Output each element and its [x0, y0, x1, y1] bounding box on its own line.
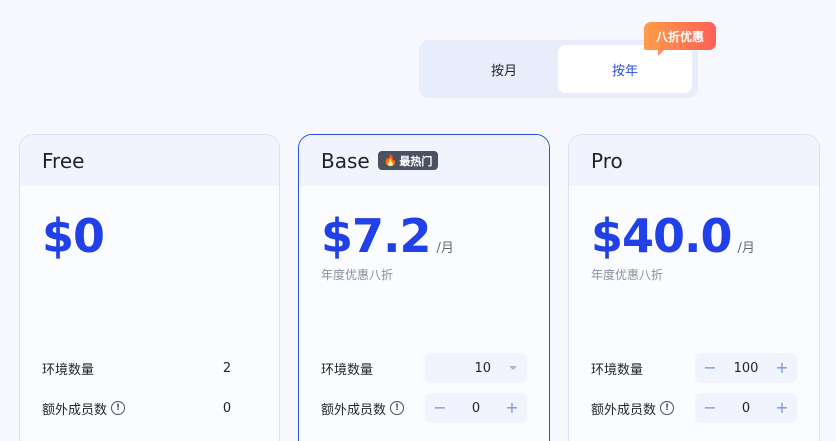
feature-extra-members: 额外成员数 ! − 0 + [321, 393, 527, 423]
plan-name: Free [42, 148, 85, 173]
toggle-yearly[interactable]: 按年 [558, 45, 692, 93]
extra-members-stepper[interactable]: − 0 + [695, 393, 797, 423]
feature-label-with-info: 额外成员数 ! [591, 399, 675, 418]
plus-icon[interactable]: + [775, 360, 789, 376]
chevron-down-icon [509, 366, 517, 370]
plus-icon[interactable]: + [505, 400, 519, 416]
feature-env-count: 环境数量 − 100 + [591, 353, 797, 383]
info-circle-icon[interactable]: ! [390, 401, 405, 415]
minus-icon[interactable]: − [433, 400, 447, 416]
price-row: $7.2 /月 [321, 209, 454, 263]
plan-card-free: Free $0 环境数量 2 额外成员数 ! 0 [19, 134, 280, 441]
feature-extra-members: 额外成员数 ! − 0 + [591, 393, 797, 423]
popular-badge-label: 最热门 [399, 154, 433, 168]
stepper-value: 0 [471, 400, 481, 416]
plan-price: $40.0 [591, 209, 733, 263]
stepper-value: 100 [733, 360, 759, 376]
price-period: /月 [737, 241, 755, 256]
feature-label: 额外成员数 [591, 402, 657, 418]
toggle-monthly[interactable]: 按月 [437, 45, 571, 93]
feature-extra-members: 额外成员数 ! 0 [42, 393, 257, 423]
stepper-value: 0 [741, 400, 751, 416]
info-circle-icon[interactable]: ! [111, 401, 126, 415]
plan-price: $0 [42, 209, 105, 263]
plan-card-pro[interactable]: Pro $40.0 /月 年度优惠八折 环境数量 − 100 + 额外成员数 !… [568, 134, 820, 441]
feature-label: 额外成员数 [321, 402, 387, 418]
feature-label: 环境数量 [42, 362, 95, 378]
popular-badge: 🔥 最热门 [377, 151, 439, 170]
plan-header: Base 🔥 最热门 [299, 135, 549, 186]
plan-header: Pro [569, 135, 819, 186]
plus-icon[interactable]: + [775, 400, 789, 416]
minus-icon[interactable]: − [703, 360, 717, 376]
price-note: 年度优惠八折 [591, 268, 664, 282]
feature-label-with-info: 额外成员数 ! [42, 399, 126, 418]
plan-price: $7.2 [321, 209, 431, 263]
flame-icon: 🔥 [383, 154, 398, 167]
feature-label: 额外成员数 [42, 402, 108, 418]
env-count-stepper[interactable]: − 100 + [695, 353, 797, 383]
feature-env-count: 环境数量 2 [42, 353, 257, 383]
extra-members-stepper[interactable]: − 0 + [425, 393, 527, 423]
info-circle-icon[interactable]: ! [660, 401, 675, 415]
feature-env-count: 环境数量 10 [321, 353, 527, 383]
plan-card-base[interactable]: Base 🔥 最热门 $7.2 /月 年度优惠八折 环境数量 10 额外成员数 … [298, 134, 550, 441]
feature-label: 环境数量 [321, 362, 374, 378]
price-note: 年度优惠八折 [321, 268, 394, 282]
env-count-select[interactable]: 10 [425, 353, 527, 383]
price-row: $40.0 /月 [591, 209, 755, 263]
feature-value: 0 [222, 400, 232, 416]
price-period: /月 [436, 241, 454, 256]
plan-header: Free [20, 135, 279, 186]
feature-label: 环境数量 [591, 362, 644, 378]
discount-badge: 八折优惠 [644, 22, 716, 56]
feature-label-with-info: 额外成员数 ! [321, 399, 405, 418]
select-value: 10 [474, 360, 491, 376]
plan-name: Pro [591, 148, 623, 173]
minus-icon[interactable]: − [703, 400, 717, 416]
feature-value: 2 [222, 360, 232, 376]
plan-name: Base [321, 148, 370, 173]
price-row: $0 [42, 209, 105, 263]
